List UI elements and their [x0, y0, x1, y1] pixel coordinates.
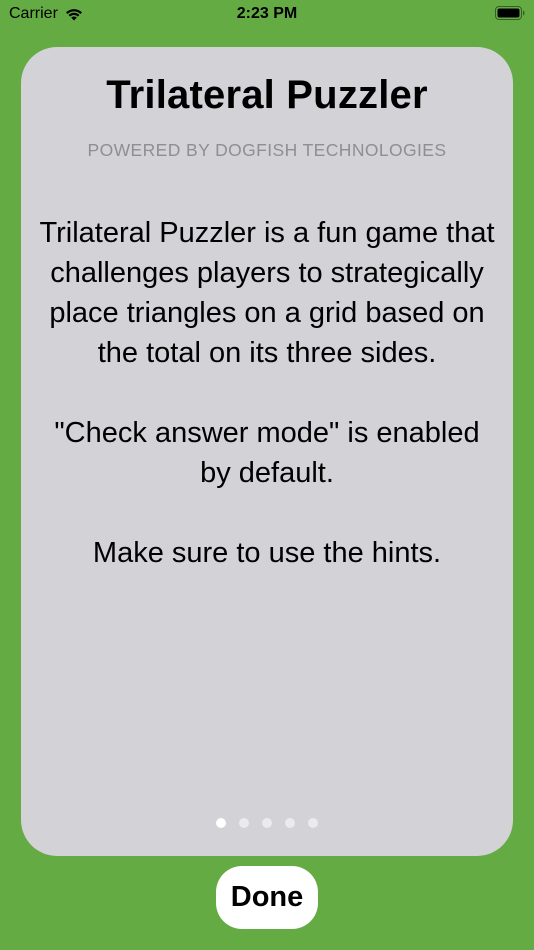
page-title: Trilateral Puzzler: [106, 73, 428, 117]
onboarding-card: Trilateral Puzzler POWERED BY DOGFISH TE…: [21, 47, 513, 856]
page-dot[interactable]: [239, 818, 249, 828]
description: Trilateral Puzzler is a fun game that ch…: [39, 213, 495, 613]
page-dot[interactable]: [216, 818, 226, 828]
page-dot[interactable]: [308, 818, 318, 828]
description-paragraph: "Check answer mode" is enabled by defaul…: [54, 417, 480, 489]
page-dot[interactable]: [285, 818, 295, 828]
page-dot[interactable]: [262, 818, 272, 828]
description-paragraph: Trilateral Puzzler is a fun game that ch…: [39, 217, 495, 369]
done-button[interactable]: Done: [216, 866, 318, 929]
subtitle: POWERED BY DOGFISH TECHNOLOGIES: [87, 140, 447, 160]
description-paragraph: Make sure to use the hints.: [92, 537, 442, 569]
battery-icon: [495, 6, 525, 20]
page-indicator[interactable]: [21, 818, 513, 828]
status-bar: Carrier 2:23 PM: [0, 0, 534, 30]
status-time: 2:23 PM: [236, 5, 298, 22]
